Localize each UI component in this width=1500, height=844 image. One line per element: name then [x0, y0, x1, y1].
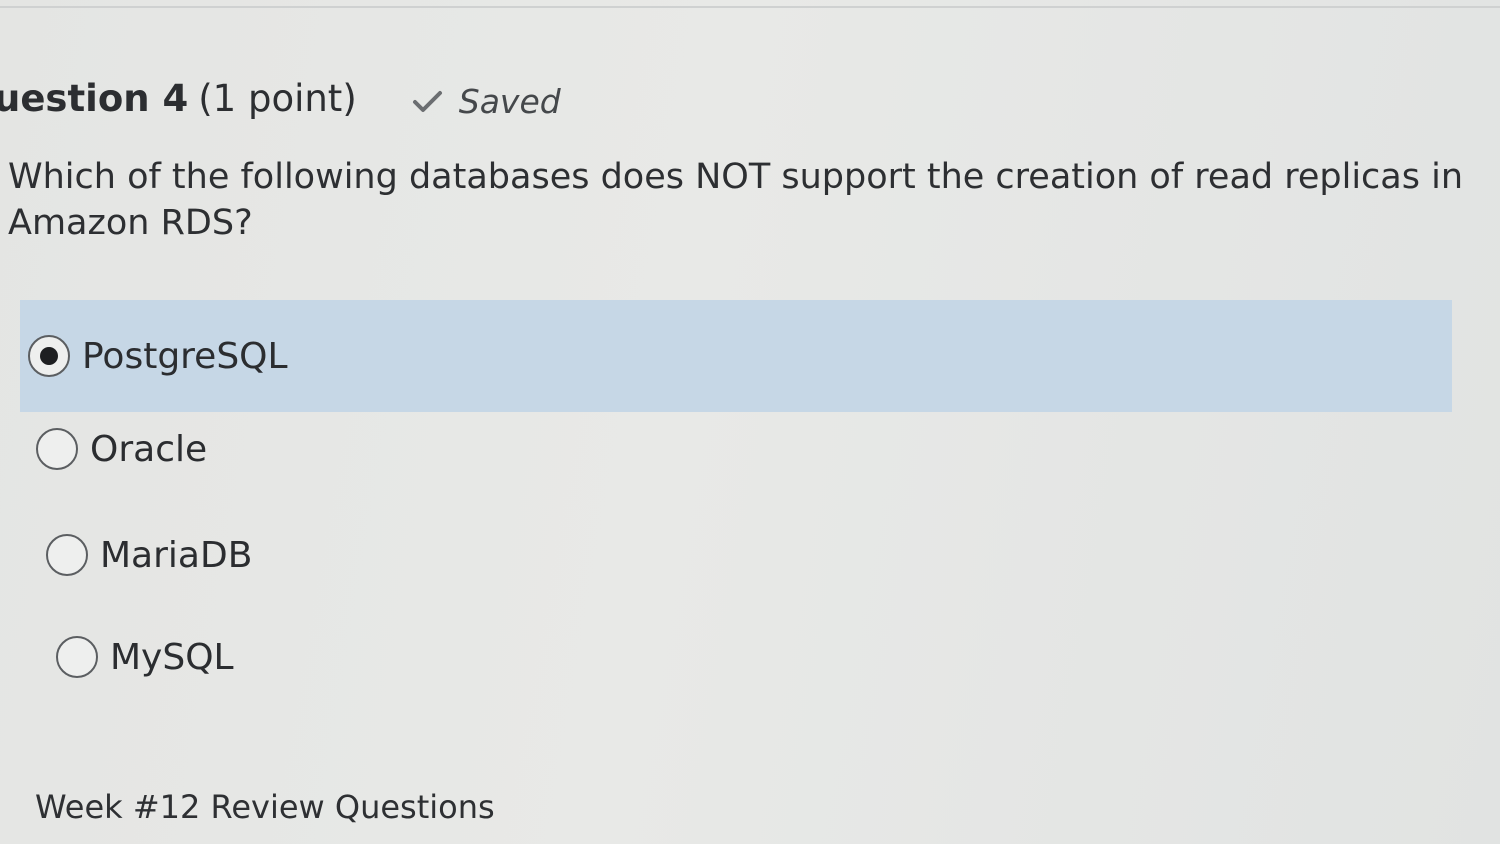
radio-button[interactable]	[56, 636, 98, 678]
question-prompt: Which of the following databases does NO…	[8, 157, 1464, 243]
answer-option-mysql[interactable]: MySQL	[56, 634, 234, 680]
answer-label: MySQL	[110, 636, 234, 678]
top-divider	[0, 6, 1500, 8]
question-points: (1 point)	[198, 77, 357, 120]
answer-label: PostgreSQL	[82, 335, 288, 377]
saved-status: Saved	[411, 82, 561, 121]
answer-option-postgresql[interactable]: PostgreSQL	[20, 300, 1452, 412]
radio-button[interactable]	[46, 534, 88, 576]
radio-button[interactable]	[36, 428, 78, 470]
question-header: uestion 4 (1 point) Saved	[0, 76, 561, 121]
check-icon	[412, 90, 442, 112]
answer-label: MariaDB	[100, 534, 253, 576]
answer-label: Oracle	[90, 428, 208, 470]
answer-option-oracle[interactable]: Oracle	[36, 426, 207, 472]
saved-status-label: Saved	[458, 82, 561, 121]
quiz-title-footer: Week #12 Review Questions	[35, 788, 495, 826]
radio-dot	[40, 347, 58, 365]
answer-option-mariadb[interactable]: MariaDB	[46, 532, 252, 578]
question-number: uestion 4	[0, 77, 189, 120]
radio-button-selected[interactable]	[28, 335, 70, 377]
